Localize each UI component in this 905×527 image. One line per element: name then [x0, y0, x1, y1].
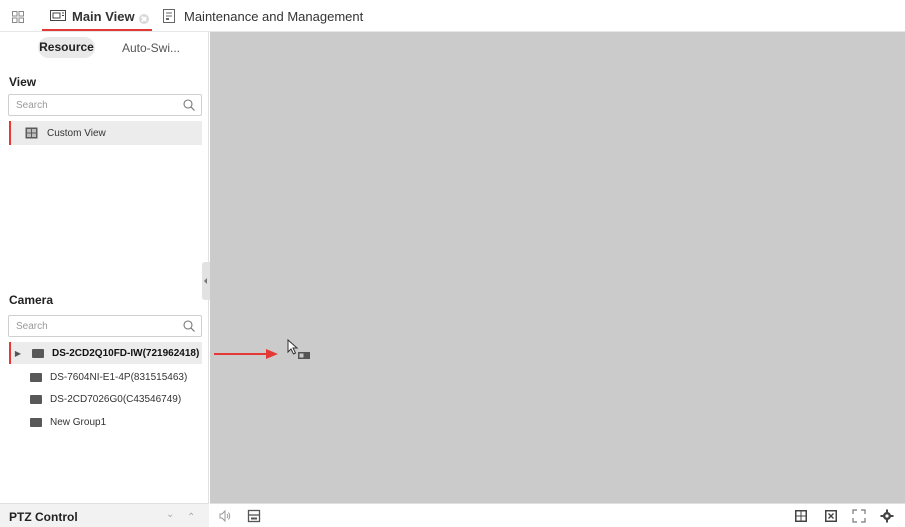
- folder-icon: [30, 417, 42, 427]
- bottom-toolbar: [210, 503, 905, 527]
- camera-tree-item[interactable]: DS-7604NI-E1-4P(831515463): [9, 366, 202, 388]
- drag-arrow-indicator: [214, 349, 278, 359]
- close-all-icon[interactable]: [824, 509, 838, 523]
- camera-tree-item[interactable]: DS-2CD7026G0(C43546749): [9, 388, 202, 410]
- camera-search-input[interactable]: [9, 316, 179, 336]
- view-item-label: Custom View: [47, 127, 106, 139]
- view-item-custom-view[interactable]: Custom View: [9, 121, 202, 145]
- search-icon[interactable]: [183, 320, 195, 332]
- monitor-icon: [50, 10, 66, 21]
- tab-maintenance-label: Maintenance and Management: [184, 8, 364, 24]
- camera-section-title: Camera: [9, 293, 54, 307]
- top-tab-bar: Main View Maintenance and Management: [0, 0, 905, 32]
- save-icon[interactable]: [247, 509, 261, 523]
- tab-resource[interactable]: Resource: [38, 37, 95, 58]
- ptz-control-bar[interactable]: PTZ Control ⌄ ⌃: [0, 503, 209, 527]
- folder-icon: [30, 394, 42, 404]
- view-icon: [25, 127, 38, 139]
- camera-tree-item[interactable]: New Group1: [9, 411, 202, 433]
- tab-auto-switch[interactable]: Auto-Swi...: [122, 41, 180, 55]
- gear-icon[interactable]: [880, 509, 894, 523]
- chevron-up-icon[interactable]: ⌃: [187, 512, 195, 523]
- tab-maintenance[interactable]: Maintenance and Management: [163, 0, 363, 32]
- drag-cursor-icon: [287, 338, 310, 359]
- tab-main-view-label: Main View: [72, 8, 135, 24]
- view-section-title: View: [9, 75, 37, 89]
- grid-icon[interactable]: [12, 11, 24, 23]
- camera-tree-item-label: DS-2CD2Q10FD-IW(721962418): [52, 347, 200, 359]
- tab-close-icon[interactable]: [139, 14, 149, 24]
- folder-icon: [30, 372, 42, 382]
- tab-main-view[interactable]: Main View: [40, 0, 152, 32]
- layout-icon[interactable]: [794, 509, 808, 523]
- camera-tree-item-label: New Group1: [50, 416, 107, 428]
- collapse-panel-handle[interactable]: [202, 262, 210, 300]
- resource-panel: Resource Auto-Swi... View Custom View Ca…: [0, 32, 209, 527]
- expand-caret-icon[interactable]: ▶: [11, 349, 25, 358]
- folder-icon: [32, 348, 44, 358]
- maintenance-icon: [163, 9, 175, 23]
- view-search-input[interactable]: [9, 95, 179, 115]
- search-icon[interactable]: [183, 99, 195, 111]
- chevron-down-icon[interactable]: ⌄: [166, 509, 174, 520]
- active-tab-indicator: [42, 29, 152, 31]
- camera-tree-item[interactable]: ▶ DS-2CD2Q10FD-IW(721962418): [9, 342, 202, 364]
- resource-tabs: Resource Auto-Swi...: [0, 32, 209, 62]
- camera-tree-item-label: DS-7604NI-E1-4P(831515463): [50, 371, 188, 383]
- speaker-icon[interactable]: [218, 509, 232, 523]
- camera-search-field[interactable]: [8, 315, 202, 337]
- view-search-field[interactable]: [8, 94, 202, 116]
- fullscreen-icon[interactable]: [852, 509, 866, 523]
- live-view-window[interactable]: [210, 32, 905, 503]
- camera-tree-item-label: DS-2CD7026G0(C43546749): [50, 393, 182, 405]
- ptz-control-label: PTZ Control: [9, 510, 78, 524]
